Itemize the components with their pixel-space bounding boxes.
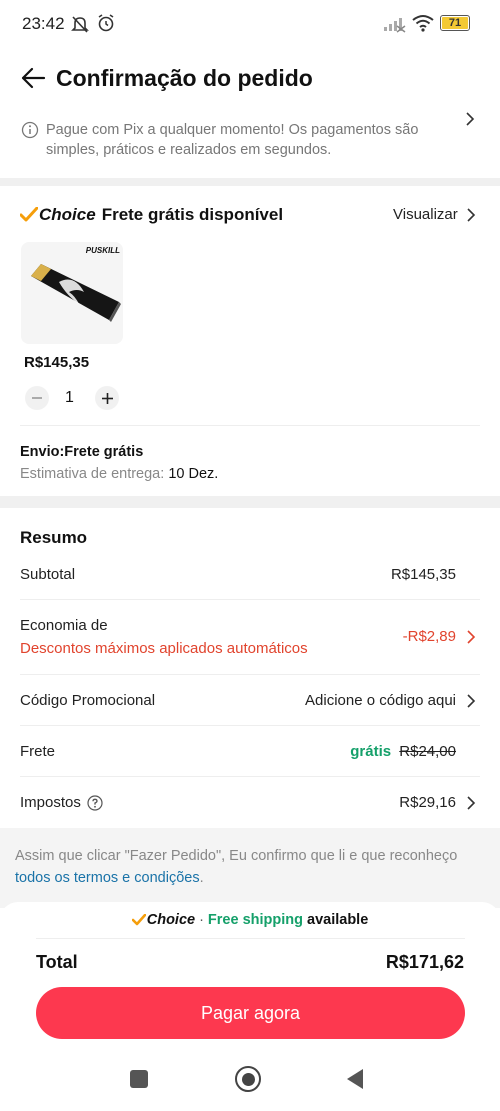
home-dot — [241, 1072, 255, 1086]
shipping-method: Envio:Frete grátis — [20, 444, 144, 460]
signal-icon — [384, 18, 406, 33]
delivery-label: Estimativa de entrega: — [20, 466, 165, 482]
economy-label: Economia de — [20, 617, 108, 634]
decrease-button[interactable] — [25, 386, 49, 410]
wifi-icon — [412, 15, 434, 32]
view-link[interactable]: Visualizar — [393, 206, 476, 223]
mute-icon — [71, 16, 89, 33]
promo-value: Adicione o código aqui — [305, 692, 456, 709]
free-shipping-banner: Choice · Free shipping available — [0, 912, 500, 928]
delivery-date: 10 Dez. — [168, 466, 219, 482]
product-price: R$145,35 — [24, 354, 90, 371]
product-image-brand: PUSKILL — [85, 246, 120, 255]
quantity-value: 1 — [65, 389, 74, 406]
back-arrow-icon[interactable] — [20, 67, 46, 89]
section-divider — [0, 496, 500, 508]
increase-button[interactable] — [95, 386, 119, 410]
divider — [20, 425, 480, 426]
home-button[interactable] — [235, 1066, 261, 1092]
shipping-free: grátis — [350, 743, 392, 760]
economy-value: -R$2,89 — [402, 628, 456, 645]
terms-notice: Assim que clicar "Fazer Pedido", Eu conf… — [0, 828, 500, 908]
status-time: 23:42 — [22, 14, 65, 33]
available-text: available — [307, 912, 369, 928]
ssd-drawing — [31, 264, 121, 322]
promo-code-row[interactable]: Código Promocional Adicione o código aqu… — [0, 675, 500, 725]
status-bar: 23:42 71 — [0, 0, 500, 48]
choice-brand: Choice — [146, 912, 196, 928]
chevron-right-icon — [467, 207, 475, 222]
page-header: Confirmação do pedido — [0, 48, 500, 110]
chevron-right-icon — [467, 796, 476, 810]
subtotal-value: R$145,35 — [390, 566, 456, 583]
back-nav-icon[interactable] — [345, 1068, 365, 1090]
choice-check-icon — [131, 914, 146, 926]
shipping-label: Frete — [20, 743, 56, 760]
divider — [20, 725, 480, 726]
help-icon[interactable] — [87, 794, 103, 811]
terms-text: Assim que clicar "Fazer Pedido", Eu conf… — [15, 848, 458, 864]
terms-text-block: Assim que clicar "Fazer Pedido", Eu conf… — [15, 845, 485, 889]
choice-brand: Choice — [39, 205, 96, 224]
terms-link[interactable]: todos os termos e condições — [15, 870, 200, 886]
recent-apps-button[interactable] — [130, 1070, 148, 1088]
chevron-right-icon — [467, 630, 476, 644]
product-image[interactable]: PUSKILL — [21, 242, 123, 344]
plus-icon — [101, 392, 113, 404]
shipping-value: grátis R$24,00 — [350, 743, 456, 760]
banner-separator: · — [199, 912, 204, 928]
tax-value: R$29,16 — [399, 794, 456, 811]
summary-section: Resumo Subtotal R$145,35 Economia de Des… — [0, 508, 500, 828]
quantity-stepper: 1 — [25, 386, 119, 410]
choice-title: Frete grátis disponível — [101, 205, 284, 224]
pix-notice[interactable]: Pague com Pix a qualquer momento! Os pag… — [0, 110, 500, 178]
pay-now-button[interactable]: Pagar agora — [36, 987, 465, 1039]
taxes-row[interactable]: Impostos R$29,16 — [0, 777, 500, 827]
shipping-old-price: R$24,00 — [399, 743, 456, 760]
subtotal-label: Subtotal — [20, 566, 76, 583]
tax-label-group: Impostos — [20, 794, 103, 811]
divider — [36, 938, 465, 939]
free-shipping-text: Free shipping — [207, 912, 303, 928]
total-value: R$171,62 — [385, 952, 464, 972]
total-label: Total — [36, 952, 78, 972]
tax-label: Impostos — [20, 794, 81, 811]
economy-subtext: Descontos máximos aplicados automáticos — [20, 640, 308, 657]
minus-icon — [32, 397, 42, 399]
summary-title: Resumo — [20, 528, 88, 547]
alarm-icon — [98, 14, 114, 32]
checkout-panel: Choice · Free shipping available Total R… — [0, 902, 500, 1111]
terms-period: . — [199, 870, 204, 886]
choice-section: Choice Frete grátis disponível Visualiza… — [0, 186, 500, 496]
chevron-right-icon — [467, 694, 476, 708]
choice-heading: Choice Frete grátis disponível — [20, 205, 283, 225]
chevron-right-icon — [466, 112, 475, 126]
view-label: Visualizar — [393, 206, 458, 223]
pix-text: Pague com Pix a qualquer momento! Os pag… — [46, 122, 419, 158]
delivery-estimate: Estimativa de entrega: 10 Dez. — [20, 466, 218, 482]
battery-icon: 71 — [440, 15, 470, 31]
economy-row[interactable]: Economia de Descontos máximos aplicados … — [0, 600, 500, 674]
promo-label: Código Promocional — [20, 692, 156, 709]
battery-level: 71 — [448, 17, 462, 29]
section-divider — [0, 178, 500, 186]
page-title: Confirmação do pedido — [56, 65, 313, 91]
info-icon — [21, 121, 39, 139]
choice-check-icon — [20, 207, 38, 222]
